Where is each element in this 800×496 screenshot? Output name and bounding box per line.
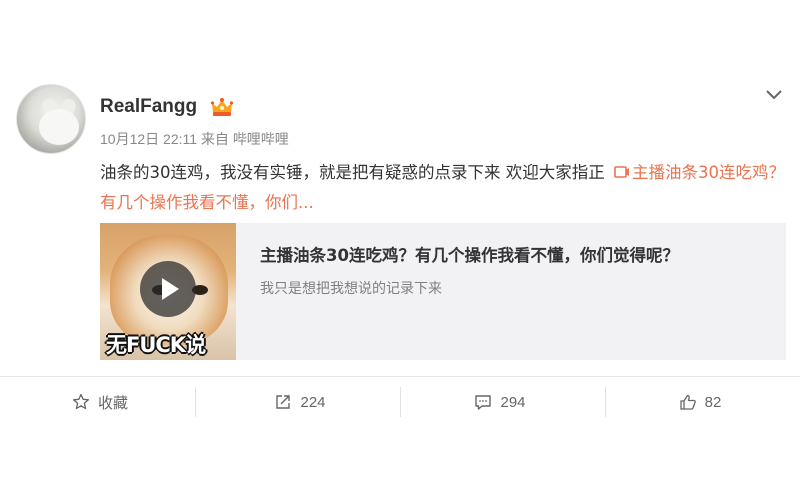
vip-crown-icon[interactable] — [210, 97, 234, 117]
post-meta: 10月12日 22:11 来自 哔哩哔哩 — [100, 129, 289, 149]
avatar-face — [39, 109, 79, 145]
chevron-down-icon[interactable] — [764, 88, 784, 102]
comment-icon — [475, 395, 492, 410]
thumbs-up-icon — [680, 394, 696, 410]
play-button[interactable] — [140, 261, 196, 317]
video-card[interactable]: 无FUCK说 主播油条30连吃鸡？有几个操作我看不懂，你们觉得呢？ 我只是想把我… — [100, 223, 786, 360]
post-text: 油条的30连鸡，我没有实锤，就是把有疑惑的点录下来 欢迎大家指正 主播油条30连… — [100, 158, 790, 218]
post-body: 油条的30连鸡，我没有实锤，就是把有疑惑的点录下来 欢迎大家指正 — [100, 163, 605, 182]
video-link-icon — [614, 166, 629, 178]
from-label: 来自 — [200, 131, 229, 147]
star-icon — [72, 393, 90, 410]
comment-count: 294 — [500, 393, 526, 411]
thumbnail-caption: 无FUCK说 — [106, 333, 206, 357]
card-title[interactable]: 主播油条30连吃鸡？有几个操作我看不懂，你们觉得呢？ — [260, 242, 679, 266]
post-time[interactable]: 10月12日 22:11 — [100, 131, 197, 147]
like-count: 82 — [704, 393, 722, 411]
video-thumbnail[interactable]: 无FUCK说 — [100, 223, 236, 360]
repost-count: 224 — [300, 393, 326, 411]
repost-button[interactable]: 224 — [200, 377, 400, 427]
card-description: 我只是想把我想说的记录下来 — [260, 281, 442, 297]
action-separator — [195, 387, 196, 417]
weibo-post: RealFangg 10月12日 22:11 来自 哔哩哔哩 油条的30连鸡，我… — [0, 0, 800, 496]
username[interactable]: RealFangg — [100, 96, 197, 118]
comment-button[interactable]: 294 — [400, 377, 600, 427]
avatar[interactable] — [16, 84, 86, 154]
favorite-button[interactable]: 收藏 — [0, 377, 200, 427]
like-button[interactable]: 82 — [600, 377, 800, 427]
share-icon — [276, 395, 291, 409]
favorite-label: 收藏 — [97, 394, 128, 412]
post-source[interactable]: 哔哩哔哩 — [233, 131, 289, 147]
action-bar: 收藏 224 294 82 — [0, 377, 800, 427]
